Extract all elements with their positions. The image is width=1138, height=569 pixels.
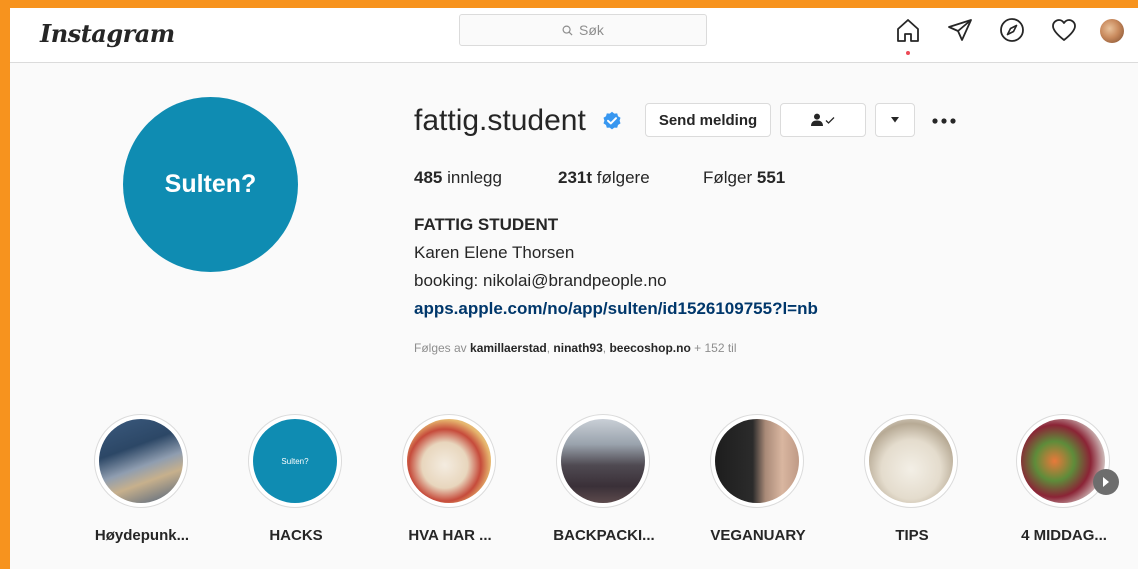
following-count: 551: [756, 168, 786, 187]
highlight-cover-image: [561, 419, 645, 503]
highlight-cover-ring: [556, 414, 650, 508]
profile-picture[interactable]: Sulten?: [123, 97, 298, 272]
send-message-button[interactable]: Send melding: [645, 103, 771, 137]
highlight-cover-ring: [402, 414, 496, 508]
highlight-cover-image: [1021, 419, 1105, 503]
highlight-label: Høydepunk...: [94, 527, 190, 544]
followed-by-prefix: Følges av: [414, 341, 467, 355]
highlights-next-button[interactable]: [1093, 469, 1119, 495]
highlight-label: BACKPACKI...: [553, 527, 655, 544]
home-icon[interactable]: [894, 16, 924, 55]
verified-badge-icon: [603, 111, 621, 130]
more-dots-icon[interactable]: [930, 111, 960, 131]
instagram-logo[interactable]: Instagram: [40, 19, 175, 48]
highlight-cover-ring: [864, 414, 958, 508]
highlight-label: HVA HAR ...: [408, 527, 492, 544]
posts-label: innlegg: [447, 168, 502, 187]
followed-by-user[interactable]: kamillaerstad: [470, 341, 547, 355]
bio-line: booking: nikolai@brandpeople.no: [414, 271, 667, 290]
highlight-label: HACKS: [269, 527, 323, 544]
chevron-down-icon: [891, 117, 899, 123]
bio-external-link[interactable]: apps.apple.com/no/app/sulten/id152610975…: [414, 299, 818, 319]
followed-by-user[interactable]: beecoshop.no: [609, 341, 690, 355]
bio-full-name: FATTIG STUDENT: [414, 215, 559, 234]
highlight-cover-ring: [710, 414, 804, 508]
highlight-cover-ring: [1016, 414, 1110, 508]
top-navigation-bar: Instagram Søk: [10, 8, 1138, 63]
highlight-cover-image: Sulten?: [253, 419, 337, 503]
person-check-icon: [811, 113, 835, 126]
followed-by-more: + 152 til: [694, 341, 737, 355]
suggested-dropdown-button[interactable]: [875, 103, 915, 137]
highlight-cover-image: [99, 419, 183, 503]
highlight-cover-image: [407, 419, 491, 503]
direct-send-icon[interactable]: [946, 16, 976, 46]
highlight-cover-text: Sulten?: [281, 456, 309, 466]
highlight-cover-ring: Sulten?: [248, 414, 342, 508]
followers-count: 231t: [558, 168, 593, 187]
following-stat[interactable]: Følger 551: [703, 168, 785, 188]
chevron-right-icon: [1103, 477, 1109, 487]
profile-picture-text: Sulten?: [164, 170, 257, 198]
posts-count: 485: [414, 168, 443, 187]
highlight-label: TIPS: [895, 527, 929, 544]
bio-line: Karen Elene Thorsen: [414, 243, 575, 262]
following-status-button[interactable]: [780, 103, 866, 137]
explore-compass-icon[interactable]: [998, 16, 1028, 46]
instagram-window: Instagram Søk Sulten? fattig.student Sen…: [10, 8, 1138, 569]
followed-by-user[interactable]: ninath93: [553, 341, 602, 355]
highlight-cover-image: [715, 419, 799, 503]
posts-stat: 485 innlegg: [414, 168, 502, 188]
notification-dot: [906, 51, 910, 55]
search-input[interactable]: Søk: [459, 14, 707, 46]
search-icon: [562, 25, 573, 36]
profile-username: fattig.student: [414, 104, 586, 137]
highlight-cover-ring: [94, 414, 188, 508]
search-placeholder: Søk: [579, 22, 604, 38]
followers-stat[interactable]: 231t følgere: [558, 168, 650, 188]
activity-heart-icon[interactable]: [1050, 16, 1080, 46]
followers-label: følgere: [596, 168, 650, 187]
highlight-cover-image: [869, 419, 953, 503]
highlight-label: VEGANUARY: [710, 527, 806, 544]
highlight-label: 4 MIDDAG...: [1021, 527, 1107, 544]
followed-by-text[interactable]: Følges av kamillaerstad, ninath93, beeco…: [414, 341, 737, 355]
profile-avatar[interactable]: [1100, 19, 1124, 43]
following-label: Følger: [703, 168, 753, 187]
